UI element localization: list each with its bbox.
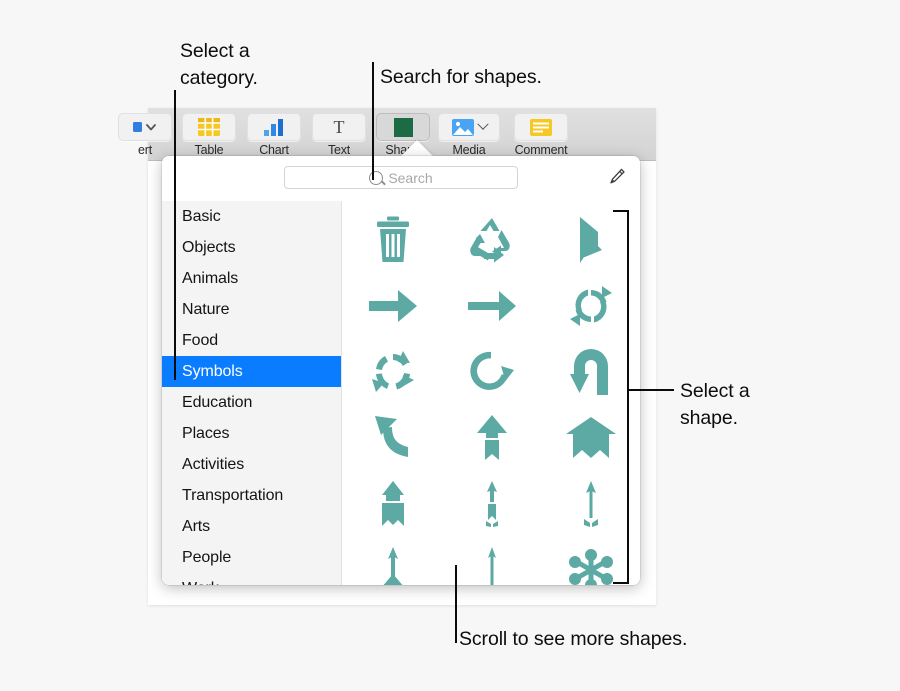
- sidebar-item-places[interactable]: Places: [162, 418, 341, 449]
- popover-header: Search: [162, 156, 640, 201]
- sidebar-item-basic[interactable]: Basic: [162, 201, 341, 232]
- table-button[interactable]: [182, 113, 236, 141]
- search-input[interactable]: Search: [284, 166, 518, 189]
- recycle-icon: [468, 217, 516, 263]
- chevron-down-icon[interactable]: [476, 118, 489, 130]
- sidebar-item-people[interactable]: People: [162, 542, 341, 573]
- callout-scroll-more: Scroll to see more shapes.: [459, 628, 688, 650]
- u-turn-arrow-icon: [569, 348, 613, 396]
- insert-chevron-icon: [132, 119, 158, 135]
- toolbar-item-table[interactable]: Table: [180, 113, 238, 157]
- arrow-up-wide-icon: [565, 416, 617, 460]
- slim-arrow-up-icon: [482, 546, 502, 585]
- toolbar-label-insert: ert: [138, 143, 152, 157]
- sidebar-item-nature[interactable]: Nature: [162, 294, 341, 325]
- molecule-icon: [568, 548, 614, 585]
- callout-select-category: Select a category.: [180, 40, 258, 89]
- shape-button[interactable]: [376, 113, 430, 141]
- text-icon: T: [333, 117, 345, 137]
- sidebar-item-objects[interactable]: Objects: [162, 232, 341, 263]
- trash-can-icon: [373, 216, 413, 264]
- fletched-arrow-up-icon: [375, 546, 411, 585]
- shape-item[interactable]: [343, 339, 442, 405]
- toolbar-label-table: Table: [194, 143, 224, 157]
- shape-item[interactable]: [343, 207, 442, 273]
- toolbar-item-chart[interactable]: Chart: [245, 113, 303, 157]
- bracket-shape-grid: [613, 210, 629, 584]
- sidebar-item-transportation[interactable]: Transportation: [162, 480, 341, 511]
- chart-icon: [263, 118, 285, 136]
- shape-grid[interactable]: [343, 201, 640, 585]
- toolbar-label-chart: Chart: [259, 143, 289, 157]
- sidebar-item-arts[interactable]: Arts: [162, 511, 341, 542]
- media-button[interactable]: [438, 113, 500, 141]
- toolbar-label-text: Text: [327, 143, 351, 157]
- pen-draw-icon[interactable]: [605, 166, 627, 188]
- media-photo-icon: [451, 118, 474, 136]
- shape-item[interactable]: [442, 471, 541, 537]
- leader-line-search: [372, 62, 374, 180]
- comment-button[interactable]: [514, 113, 568, 141]
- category-sidebar[interactable]: Basic Objects Animals Nature Food Symbol…: [162, 201, 342, 585]
- arrow-right-thick-icon: [368, 286, 418, 326]
- toolbar-label-media: Media: [452, 143, 486, 157]
- text-button[interactable]: T: [312, 113, 366, 141]
- sidebar-item-animals[interactable]: Animals: [162, 263, 341, 294]
- toolbar-label-comment: Comment: [514, 143, 568, 157]
- comment-icon: [530, 118, 552, 136]
- sidebar-item-work[interactable]: Work: [162, 573, 341, 585]
- refresh-two-arrows-icon: [568, 284, 614, 328]
- leader-line-category: [174, 90, 176, 380]
- shape-item[interactable]: [442, 207, 541, 273]
- sidebar-item-education[interactable]: Education: [162, 387, 341, 418]
- shape-item[interactable]: [442, 273, 541, 339]
- popover-arrow: [400, 140, 434, 157]
- toolbar-item-text[interactable]: T Text: [310, 113, 368, 157]
- toolbar-item-insert[interactable]: ert: [116, 113, 174, 157]
- insert-button[interactable]: [118, 113, 172, 141]
- callout-select-shape: Select a shape.: [680, 380, 750, 429]
- shape-item[interactable]: [343, 471, 442, 537]
- chart-button[interactable]: [247, 113, 301, 141]
- sidebar-item-activities[interactable]: Activities: [162, 449, 341, 480]
- shape-item[interactable]: [343, 405, 442, 471]
- sidebar-item-symbols[interactable]: Symbols: [162, 356, 341, 387]
- callout-search-shapes: Search for shapes.: [380, 66, 542, 88]
- rotate-clockwise-icon: [469, 350, 515, 394]
- rocket-arrow-up-icon: [376, 480, 410, 528]
- curved-arrow-up-icon: [372, 414, 414, 462]
- sidebar-item-food[interactable]: Food: [162, 325, 341, 356]
- pennant-right-icon: [576, 216, 606, 264]
- shape-item[interactable]: [442, 405, 541, 471]
- thin-arrow-up-icon: [580, 480, 602, 528]
- shape-square-icon: [393, 117, 413, 137]
- shape-picker-popover: Search Basic Objects Animals Nature Food…: [162, 156, 640, 585]
- arrow-right-plain-icon: [467, 286, 517, 326]
- shape-item[interactable]: [343, 537, 442, 585]
- shape-item[interactable]: [343, 273, 442, 339]
- toolbar-item-media[interactable]: Media: [436, 113, 502, 157]
- search-placeholder: Search: [388, 169, 433, 186]
- cycle-three-arrows-icon: [370, 349, 416, 395]
- toolbar-item-comment[interactable]: Comment: [503, 113, 579, 157]
- table-icon: [198, 118, 220, 136]
- leader-line-scroll: [455, 565, 457, 643]
- leader-line-shape: [628, 389, 674, 391]
- arrow-up-banner-icon: [474, 414, 510, 462]
- dart-arrow-up-icon: [481, 480, 503, 528]
- shape-item[interactable]: [442, 339, 541, 405]
